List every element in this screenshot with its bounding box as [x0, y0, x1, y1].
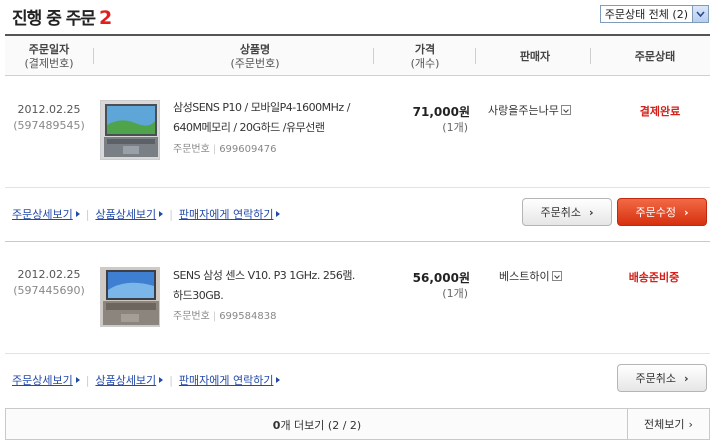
product-name-line: 640M메모리 / 20G하드 /유무선랜: [173, 121, 325, 134]
product-name-line: 하드30GB.: [173, 289, 224, 302]
column-divider: [373, 48, 374, 64]
row-divider: [5, 353, 710, 354]
load-more-button[interactable]: 0개 더보기 (2 / 2): [6, 417, 628, 433]
payment-number: (597445690): [13, 284, 85, 297]
order-number: 주문번호 | 699584838: [173, 307, 276, 322]
arrow-right-icon: [75, 377, 80, 383]
dropdown-icon[interactable]: [560, 105, 571, 115]
order-number-value: 699584838: [219, 311, 277, 322]
column-header-product: 상품명 (주문번호): [155, 43, 355, 71]
row-divider: [5, 187, 710, 188]
order-links: 주문상세보기 | 상품상세보기 | 판매자에게 연락하기: [12, 372, 286, 388]
order-date-cell: 2012.02.25 (597445690): [0, 267, 98, 299]
column-divider: [590, 48, 591, 64]
column-header-price-label: 가격: [414, 43, 436, 56]
arrow-right-icon: [276, 211, 281, 217]
load-more-label: 개 더보기 (2 / 2): [280, 419, 362, 432]
chevron-right-icon: ›: [683, 205, 689, 219]
product-detail-link[interactable]: 상품상세보기: [95, 372, 156, 388]
column-divider: [93, 48, 94, 64]
order-number-label: 주문번호: [173, 311, 210, 322]
order-divider: [5, 241, 710, 242]
column-header-date-label: 주문일자: [28, 43, 70, 56]
seller-name-label: 베스트하이: [499, 270, 550, 283]
view-all-button[interactable]: 전체보기 ›: [627, 409, 709, 439]
status-filter-select[interactable]: 주문상태 전체 (2): [599, 5, 709, 23]
product-name[interactable]: 삼성SENS P10 / 모바일P4-1600MHz / 640M메모리 / 2…: [173, 98, 373, 138]
arrow-right-icon: [159, 211, 164, 217]
modify-order-label: 주문수정: [635, 206, 676, 219]
product-detail-link[interactable]: 상품상세보기: [95, 206, 156, 222]
cancel-order-button[interactable]: 주문취소 ›: [617, 364, 707, 392]
page-title: 진행 중 주문 2: [12, 4, 112, 29]
column-header-product-label: 상품명: [239, 43, 271, 56]
order-detail-link[interactable]: 주문상세보기: [12, 372, 73, 388]
order-status: 배송준비중: [628, 271, 680, 284]
column-header-seller: 판매자: [519, 50, 551, 63]
seller-name-label: 사랑을주는나무: [488, 104, 559, 117]
column-header-product-sub: (주문번호): [230, 57, 280, 70]
column-header-price-sub: (개수): [410, 57, 440, 70]
product-name[interactable]: SENS 삼성 센스 V10. P3 1GHz. 256램. 하드30GB.: [173, 266, 373, 306]
arrow-right-icon: [75, 211, 80, 217]
order-detail-link[interactable]: 주문상세보기: [12, 206, 73, 222]
order-count: 2: [99, 7, 112, 29]
separator: |: [85, 207, 90, 221]
separator: |: [212, 311, 217, 322]
cancel-order-button[interactable]: 주문취소 ›: [522, 198, 612, 226]
column-header-status: 주문상태: [634, 50, 676, 63]
chevron-right-icon: ›: [688, 417, 693, 431]
payment-number: (597489545): [13, 119, 85, 132]
cancel-order-label: 주문취소: [635, 372, 676, 385]
price: 71,000원: [412, 105, 470, 119]
order-date-cell: 2012.02.25 (597489545): [0, 102, 98, 134]
order-date: 2012.02.25: [17, 103, 81, 116]
separator: |: [169, 207, 173, 221]
order-links: 주문상세보기 | 상품상세보기 | 판매자에게 연락하기: [12, 206, 286, 222]
status-filter-value: 주문상태 전체 (2): [604, 8, 688, 21]
seller-name[interactable]: 베스트하이: [499, 268, 562, 284]
title-text: 진행 중 주문: [12, 9, 96, 29]
product-name-line: SENS 삼성 센스 V10. P3 1GHz. 256램.: [173, 269, 355, 282]
contact-seller-link[interactable]: 판매자에게 연락하기: [179, 206, 274, 222]
product-thumbnail[interactable]: [100, 267, 160, 327]
table-header: 주문일자 (결제번호) 상품명 (주문번호) 가격 (개수) 판매자 주문상태: [5, 34, 710, 76]
load-more-bar: 0개 더보기 (2 / 2) 전체보기 ›: [5, 408, 710, 440]
separator: |: [85, 373, 90, 387]
order-status: 결제완료: [639, 105, 681, 118]
view-all-label: 전체보기: [644, 418, 685, 431]
column-header-date-sub: (결제번호): [24, 57, 74, 70]
order-number-label: 주문번호: [173, 144, 210, 155]
quantity: (1개): [442, 121, 468, 134]
separator: |: [212, 144, 217, 155]
modify-order-button[interactable]: 주문수정 ›: [617, 198, 707, 226]
arrow-right-icon: [276, 377, 281, 383]
order-date: 2012.02.25: [17, 268, 81, 281]
arrow-right-icon: [159, 377, 164, 383]
cancel-order-label: 주문취소: [540, 206, 581, 219]
page-header: 진행 중 주문 2 주문상태 전체 (2): [0, 0, 715, 34]
contact-seller-link[interactable]: 판매자에게 연락하기: [179, 372, 274, 388]
chevron-right-icon: ›: [588, 205, 594, 219]
separator: |: [169, 373, 173, 387]
order-number-value: 699609476: [219, 144, 277, 155]
product-thumbnail[interactable]: [100, 100, 160, 160]
quantity: (1개): [442, 287, 468, 300]
price: 56,000원: [412, 271, 470, 285]
order-number: 주문번호 | 699609476: [173, 140, 276, 155]
chevron-down-icon[interactable]: [692, 6, 708, 22]
column-header-price: 가격 (개수): [400, 43, 450, 71]
seller-name[interactable]: 사랑을주는나무: [488, 102, 571, 118]
column-header-date: 주문일자 (결제번호): [5, 43, 93, 71]
chevron-right-icon: ›: [683, 371, 689, 385]
dropdown-icon[interactable]: [551, 271, 562, 281]
column-divider: [475, 48, 476, 64]
product-name-line: 삼성SENS P10 / 모바일P4-1600MHz /: [173, 101, 350, 114]
